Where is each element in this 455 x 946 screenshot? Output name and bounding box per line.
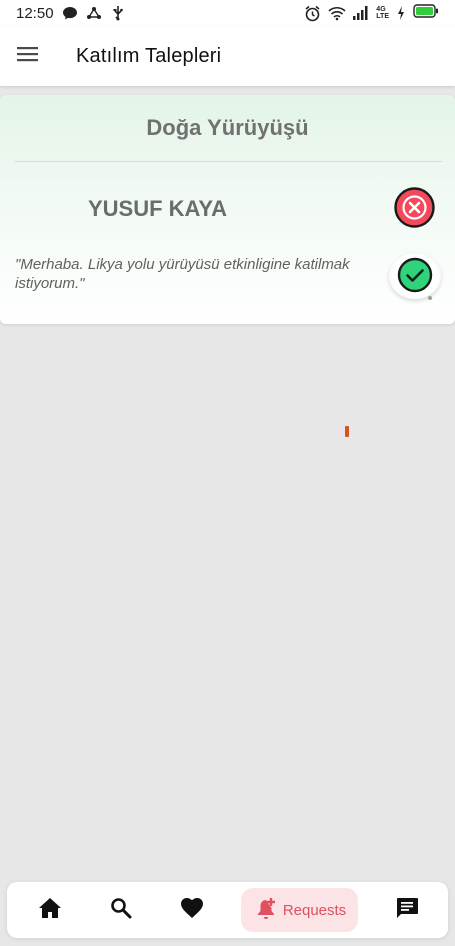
nav-home[interactable] [33,882,67,938]
nav-requests[interactable]: Requests [241,888,358,932]
accept-button[interactable] [389,253,441,299]
close-circle-icon [394,187,435,232]
battery-icon [413,4,439,22]
search-icon [110,897,132,924]
share-node-icon [86,5,102,21]
heart-icon [180,897,204,924]
ripple-dot [428,296,432,300]
request-message: "Merhaba. Likya yolu yürüyüsü etkinligin… [15,256,350,292]
nav-requests-label: Requests [282,901,347,919]
alarm-icon [304,5,320,22]
reject-button[interactable] [394,187,435,228]
bell-plus-icon [253,896,277,925]
message-icon [395,897,419,924]
loading-indicator [345,426,349,437]
nav-search[interactable] [104,882,138,938]
signal-icon [352,5,368,21]
requester-name: YUSUF KAYA [88,196,227,221]
bottom-navigation: Requests [7,882,448,938]
nav-favorites[interactable] [175,882,209,938]
event-title: Doğa Yürüyüşü [146,115,309,140]
menu-button[interactable] [0,26,56,86]
nav-messages[interactable] [390,882,424,938]
home-icon [38,897,62,924]
status-bar: 12:50 4G LTE [0,0,455,26]
request-card: Doğa Yürüyüşü YUSUF KAYA "Merhaba. Likya… [0,95,455,324]
menu-icon [17,46,39,67]
status-left: 12:50 [16,5,126,22]
chat-bubble-icon [62,5,78,21]
network-type-label: 4G [376,6,386,13]
status-time: 12:50 [16,4,54,22]
usb-icon [110,5,126,21]
status-right: 4G LTE [304,4,439,22]
page-title: Katılım Talepleri [76,44,222,67]
wifi-icon [328,5,346,21]
card-divider [15,161,442,162]
network-4g-lte-icon: 4G LTE [376,6,389,20]
app-bar: Katılım Talepleri [0,26,455,86]
charging-bolt-icon [397,5,405,21]
network-lte-label: LTE [376,13,389,20]
